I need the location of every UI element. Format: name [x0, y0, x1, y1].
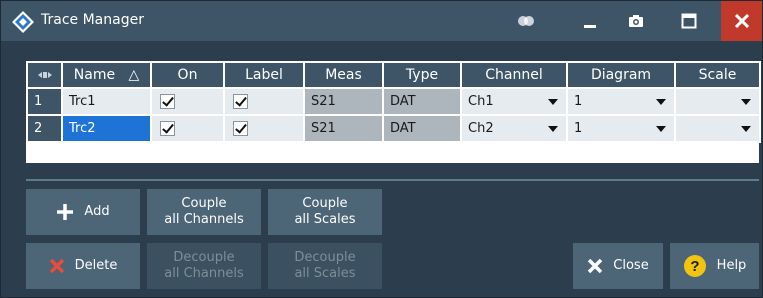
scale-dropdown[interactable]: [674, 114, 761, 143]
meas-cell: S21: [303, 87, 384, 116]
couple-scales-label-line1: Couple: [302, 196, 348, 211]
screenshot-button[interactable]: [614, 1, 658, 41]
add-button[interactable]: Add: [26, 189, 140, 235]
close-window-button[interactable]: [721, 1, 762, 41]
label-checkbox[interactable]: [233, 121, 248, 136]
diagram-value: 1: [574, 121, 583, 136]
help-icon: ?: [683, 254, 707, 278]
couple-channels-label-line1: Couple: [181, 196, 227, 211]
on-checkbox[interactable]: [160, 121, 175, 136]
sort-ascending-icon: △: [128, 67, 140, 83]
camera-icon: [629, 15, 643, 27]
column-arrows-icon: [37, 72, 52, 78]
on-cell[interactable]: [150, 87, 225, 116]
column-resize-handle[interactable]: [26, 61, 63, 89]
add-button-label: Add: [84, 204, 110, 219]
close-button-label: Close: [613, 258, 649, 273]
label-checkbox[interactable]: [233, 94, 248, 109]
plus-icon: [56, 203, 74, 221]
channel-value: Ch1: [468, 94, 494, 109]
row-number: 2: [26, 114, 63, 143]
help-button-label: Help: [716, 258, 747, 273]
rs-logo-icon: [12, 11, 34, 33]
dropdown-arrow-icon: [741, 126, 751, 132]
couple-scales-label-line2: all Scales: [294, 212, 356, 227]
close-icon: [734, 14, 749, 28]
close-x-icon: [587, 258, 603, 274]
decouple-scales-label-line1: Decouple: [294, 250, 356, 265]
table-row[interactable]: 2 Trc2 S21 DAT Ch2 1: [26, 114, 761, 143]
diagram-dropdown[interactable]: 1: [566, 87, 676, 116]
decouple-all-scales-button[interactable]: Decouple all Scales: [268, 243, 382, 289]
couple-all-channels-button[interactable]: Couple all Channels: [147, 189, 261, 235]
minimize-button[interactable]: [568, 1, 612, 41]
scale-dropdown[interactable]: [674, 87, 761, 116]
transparency-icon: [518, 16, 534, 26]
type-cell: DAT: [382, 114, 462, 143]
delete-x-icon: [49, 258, 65, 274]
column-header-name[interactable]: Name △: [61, 61, 152, 89]
meas-cell: S21: [303, 114, 384, 143]
help-button[interactable]: ? Help: [670, 243, 759, 289]
couple-channels-label-line2: all Channels: [164, 212, 244, 227]
decouple-scales-label-line2: all Scales: [294, 266, 356, 281]
dropdown-arrow-icon: [656, 99, 666, 105]
trace-manager-window: Trace Manager Name △ On Label Meas Type …: [0, 0, 763, 298]
svg-text:?: ?: [690, 258, 699, 275]
minimize-icon: [584, 25, 596, 28]
delete-button[interactable]: Delete: [26, 243, 140, 289]
channel-value: Ch2: [468, 121, 494, 136]
transparency-toggle-button[interactable]: [504, 1, 548, 41]
couple-all-scales-button[interactable]: Couple all Scales: [268, 189, 382, 235]
table-bottom-border: [26, 159, 759, 163]
table-row[interactable]: 1 Trc1 S21 DAT Ch1 1: [26, 87, 761, 116]
title-bar[interactable]: Trace Manager: [1, 1, 762, 41]
trace-name-cell[interactable]: Trc1: [61, 87, 152, 116]
maximize-icon: [681, 13, 697, 29]
column-header-label[interactable]: Label: [223, 61, 305, 89]
diagram-value: 1: [574, 94, 583, 109]
label-cell[interactable]: [223, 87, 305, 116]
dropdown-arrow-icon: [741, 99, 751, 105]
column-header-channel[interactable]: Channel: [460, 61, 568, 89]
decouple-all-channels-button[interactable]: Decouple all Channels: [147, 243, 261, 289]
maximize-button[interactable]: [667, 1, 711, 41]
dropdown-arrow-icon: [548, 99, 558, 105]
delete-button-label: Delete: [74, 258, 118, 273]
on-checkbox[interactable]: [160, 94, 175, 109]
column-header-meas[interactable]: Meas: [303, 61, 384, 89]
dropdown-arrow-icon: [656, 126, 666, 132]
channel-dropdown[interactable]: Ch2: [460, 114, 568, 143]
column-header-type[interactable]: Type: [382, 61, 462, 89]
section-divider: [26, 179, 759, 181]
trace-table: Name △ On Label Meas Type Channel Diagra…: [26, 61, 761, 159]
window-title: Trace Manager: [41, 12, 144, 28]
table-header-row: Name △ On Label Meas Type Channel Diagra…: [26, 61, 761, 89]
decouple-channels-label-line1: Decouple: [173, 250, 235, 265]
diagram-dropdown[interactable]: 1: [566, 114, 676, 143]
on-cell[interactable]: [150, 114, 225, 143]
row-number: 1: [26, 87, 63, 116]
decouple-channels-label-line2: all Channels: [164, 266, 244, 281]
close-button[interactable]: Close: [573, 243, 663, 289]
trace-name-cell[interactable]: Trc2: [61, 114, 152, 143]
column-header-on[interactable]: On: [150, 61, 225, 89]
column-header-diagram[interactable]: Diagram: [566, 61, 676, 89]
label-cell[interactable]: [223, 114, 305, 143]
channel-dropdown[interactable]: Ch1: [460, 87, 568, 116]
dropdown-arrow-icon: [548, 126, 558, 132]
type-cell: DAT: [382, 87, 462, 116]
column-header-scale[interactable]: Scale: [674, 61, 761, 89]
